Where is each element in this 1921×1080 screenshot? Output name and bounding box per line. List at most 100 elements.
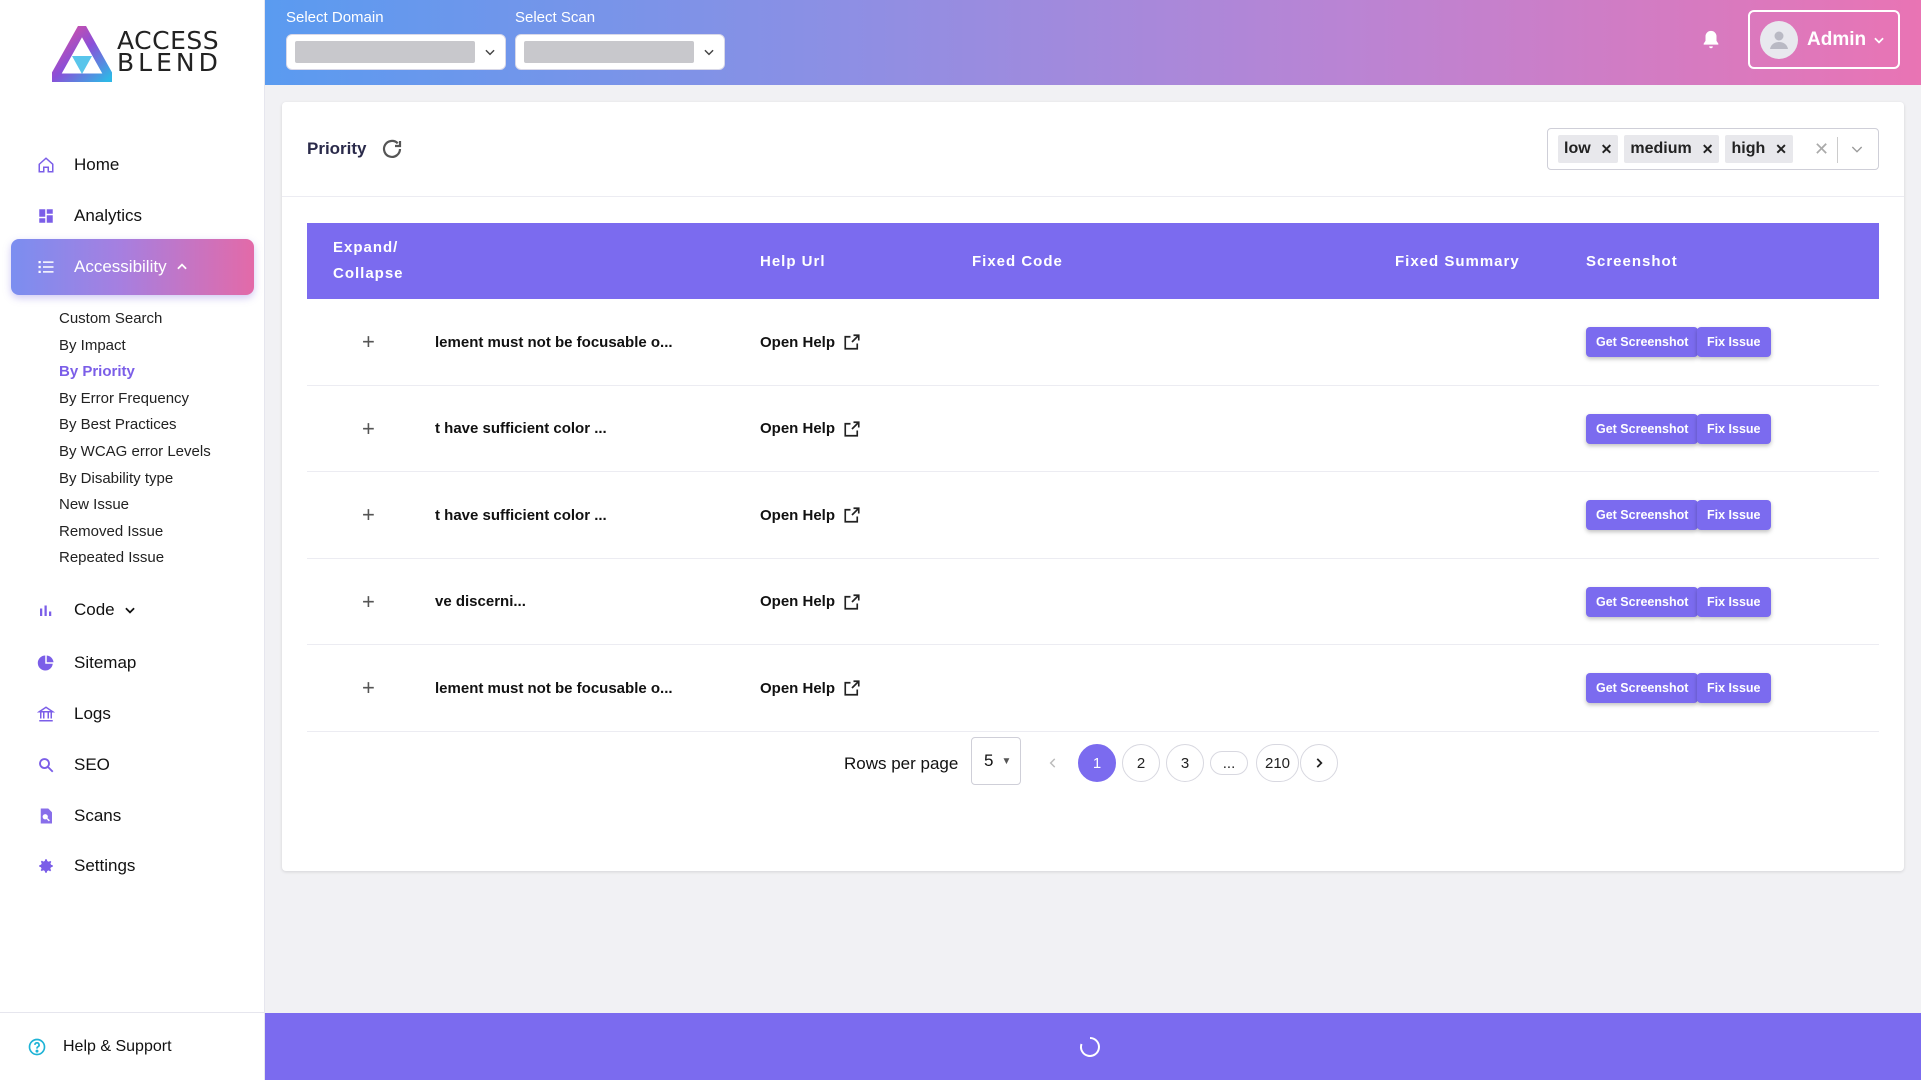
column-header-fixed-summary: Fixed Summary (1395, 252, 1520, 270)
clear-all-icon[interactable]: ✕ (1814, 139, 1829, 160)
help-circle-icon (27, 1037, 47, 1057)
issue-description: t have sufficient color ... (435, 420, 607, 437)
sidebar-item-home[interactable]: Home (11, 138, 254, 192)
sidebar-item-seo[interactable]: SEO (11, 738, 254, 792)
footer-bar (265, 1013, 1921, 1080)
external-link-icon (844, 593, 860, 610)
remove-chip-icon[interactable]: ✕ (1775, 141, 1787, 158)
open-help-link[interactable]: Open Help (760, 420, 861, 438)
get-screenshot-button[interactable]: Get Screenshot (1586, 327, 1699, 357)
sidebar-item-scans[interactable]: Scans (11, 789, 254, 843)
get-screenshot-button[interactable]: Get Screenshot (1586, 586, 1699, 617)
prev-page-button[interactable] (1034, 744, 1072, 782)
sidebar-item-analytics[interactable]: Analytics (11, 189, 254, 243)
logo-mark-icon (49, 23, 115, 83)
expand-plus-icon[interactable]: + (362, 329, 375, 355)
select-domain-dropdown[interactable] (286, 34, 506, 70)
sidebar-item-label: Accessibility (74, 257, 167, 276)
fix-issue-button[interactable]: Fix Issue (1697, 586, 1771, 617)
priority-filter-select[interactable]: low ✕ medium ✕ high ✕ ✕ (1547, 128, 1879, 170)
expand-plus-icon[interactable]: + (362, 416, 375, 442)
column-header-fixed-code: Fixed Code (972, 252, 1063, 270)
sidebar-item-settings[interactable]: Settings (11, 839, 254, 893)
sidebar-item-sitemap[interactable]: Sitemap (11, 636, 254, 690)
brand-name: ACCESS BLEND (117, 28, 222, 77)
expand-plus-icon[interactable]: + (362, 589, 375, 615)
page-title: Priority (307, 139, 367, 158)
fix-issue-button[interactable]: Fix Issue (1697, 673, 1771, 703)
submenu-item-by-wcag-levels[interactable]: By WCAG error Levels (59, 439, 211, 466)
column-header-screenshot: Screenshot (1586, 252, 1678, 270)
sidebar-item-label: Scans (74, 806, 122, 825)
open-help-link[interactable]: Open Help (760, 333, 861, 351)
bell-icon[interactable] (1700, 28, 1722, 52)
sidebar-item-code[interactable]: Code (11, 583, 254, 637)
sidebar-item-accessibility[interactable]: Accessibility (11, 239, 254, 295)
submenu-item-by-best-practices[interactable]: By Best Practices (59, 412, 211, 439)
rows-per-page-label: Rows per page (844, 754, 959, 773)
expand-plus-icon[interactable]: + (362, 502, 375, 528)
fix-issue-button[interactable]: Fix Issue (1697, 413, 1771, 444)
chevron-left-icon (1049, 758, 1056, 768)
top-header: Select Domain Select Scan Admin (265, 0, 1921, 85)
sidebar-item-label: SEO (74, 755, 110, 774)
fix-issue-button[interactable]: Fix Issue (1697, 500, 1771, 530)
chevron-down-icon[interactable] (1849, 141, 1865, 162)
submenu-item-by-error-frequency[interactable]: By Error Frequency (59, 386, 211, 413)
rows-per-page-value: 5 (984, 751, 994, 770)
open-help-label: Open Help (760, 506, 836, 524)
sidebar-item-label: Logs (74, 704, 111, 723)
page-button[interactable]: 210 (1256, 744, 1300, 782)
get-screenshot-button[interactable]: Get Screenshot (1586, 500, 1699, 530)
issue-description: ve discerni... (435, 593, 526, 610)
accessibility-submenu: Custom Search By Impact By Priority By E… (59, 306, 211, 572)
admin-label: Admin (1807, 28, 1867, 50)
submenu-item-custom-search[interactable]: Custom Search (59, 306, 211, 333)
search-icon (37, 756, 55, 774)
submenu-item-by-disability-type[interactable]: By Disability type (59, 466, 211, 493)
submenu-item-repeated-issue[interactable]: Repeated Issue (59, 545, 211, 572)
help-support-link[interactable]: Help & Support (0, 1012, 265, 1080)
get-screenshot-button[interactable]: Get Screenshot (1586, 413, 1699, 444)
page-button[interactable]: 1 (1078, 744, 1116, 782)
refresh-icon[interactable] (380, 137, 404, 161)
open-help-label: Open Help (760, 333, 836, 351)
chevron-right-icon (1316, 758, 1323, 768)
open-help-link[interactable]: Open Help (760, 506, 861, 524)
submenu-item-by-impact[interactable]: By Impact (59, 333, 211, 360)
select-scan-dropdown[interactable] (515, 34, 725, 70)
submenu-item-removed-issue[interactable]: Removed Issue (59, 519, 211, 546)
get-screenshot-button[interactable]: Get Screenshot (1586, 673, 1699, 703)
page-button[interactable]: 2 (1122, 744, 1160, 782)
rows-per-page-select[interactable]: 5 ▼ (971, 737, 1021, 785)
brand-logo[interactable]: ACCESS BLEND (49, 23, 222, 83)
fix-issue-button[interactable]: Fix Issue (1697, 327, 1771, 357)
next-page-button[interactable] (1300, 744, 1338, 782)
open-help-label: Open Help (760, 420, 836, 437)
sidebar: ACCESS BLEND Home Analytics Accessibilit… (0, 0, 265, 1080)
pie-chart-icon (37, 654, 55, 672)
open-help-link[interactable]: Open Help (760, 679, 861, 697)
sidebar-item-logs[interactable]: Logs (11, 687, 254, 741)
open-help-link[interactable]: Open Help (760, 593, 861, 611)
remove-chip-icon[interactable]: ✕ (1601, 141, 1613, 158)
admin-menu-button[interactable]: Admin (1748, 10, 1900, 69)
brand-line2: BLEND (117, 48, 222, 77)
external-link-icon (844, 680, 860, 696)
open-help-label: Open Help (760, 679, 836, 697)
submenu-item-new-issue[interactable]: New Issue (59, 492, 211, 519)
expand-plus-icon[interactable]: + (362, 675, 375, 701)
table-row: + t have sufficient color ... Open Help … (307, 472, 1879, 559)
issue-description: t have sufficient color ... (435, 506, 607, 524)
user-icon (1770, 31, 1788, 49)
page-button[interactable]: 3 (1166, 744, 1204, 782)
issues-table: Expand/ Collapse Help Url Fixed Code Fix… (307, 223, 1879, 732)
bar-chart-icon (37, 601, 55, 619)
issue-description: lement must not be focusable o... (435, 679, 673, 697)
submenu-item-by-priority[interactable]: By Priority (59, 359, 211, 386)
column-header-expand: Expand/ Collapse (333, 239, 404, 282)
gear-icon (37, 857, 55, 875)
chevron-down-icon (123, 603, 137, 617)
remove-chip-icon[interactable]: ✕ (1702, 141, 1714, 158)
select-domain-value (295, 41, 475, 63)
